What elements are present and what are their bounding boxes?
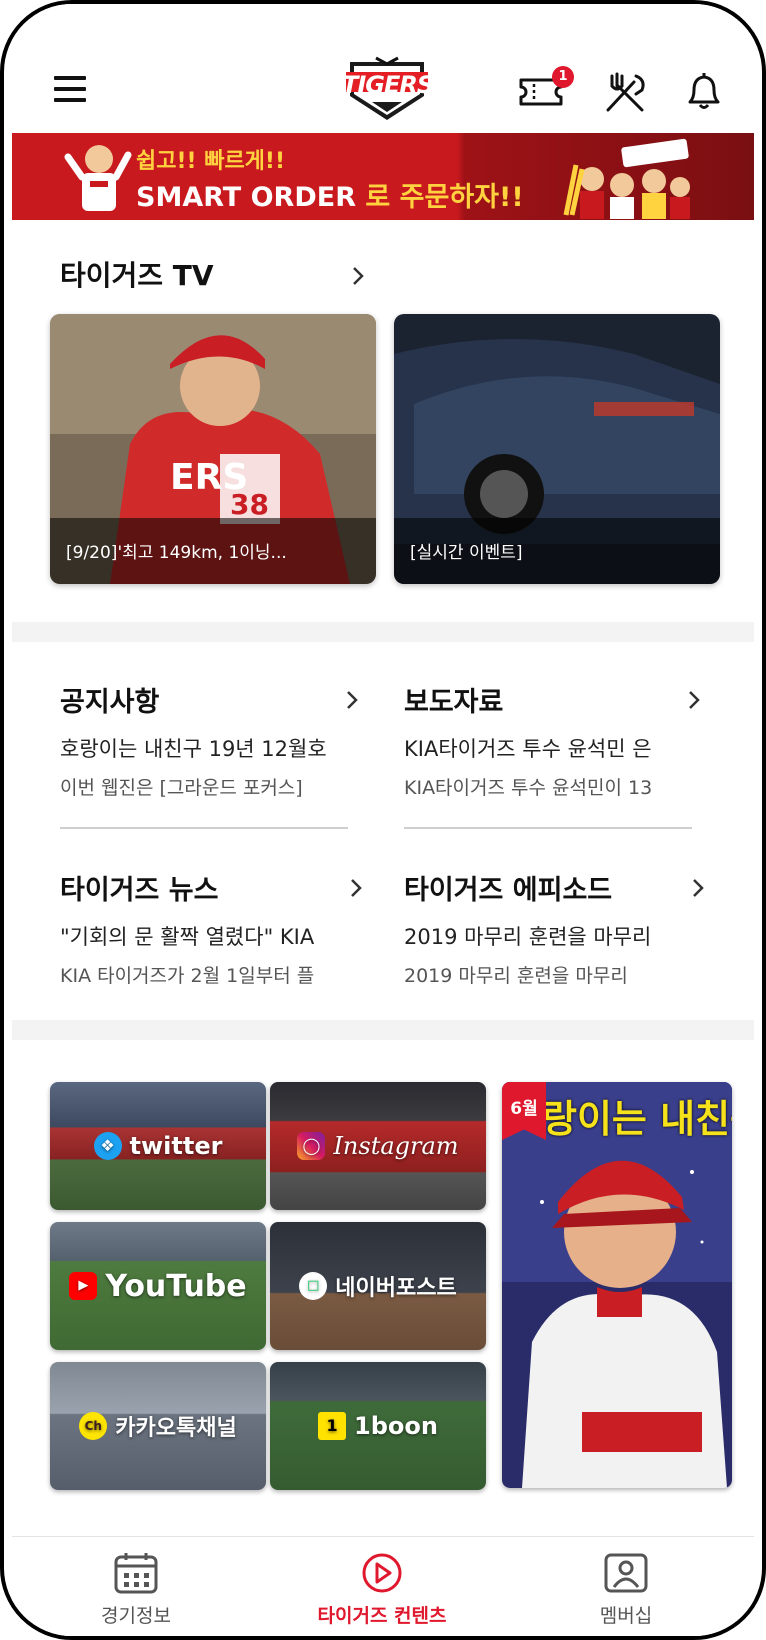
twitter-bird-icon: ❖	[93, 1132, 122, 1160]
profile-card-icon	[604, 1553, 648, 1593]
tigers-news-section[interactable]: 타이거즈 뉴스 "기회의 문 활짝 열렸다" KIA KIA 타이거즈가 2월 …	[60, 868, 350, 988]
twitter-tile[interactable]: ❖ twitter	[50, 1082, 266, 1210]
youtube-play-icon: ▶	[69, 1272, 98, 1300]
video-caption: [9/20]'최고 149km, 1이닝...	[66, 543, 287, 563]
nav-membership-label: 멤버십	[599, 1605, 653, 1627]
instagram-tile[interactable]: ◯ Instagram	[270, 1082, 486, 1210]
webzine-title: 랑이는 내친구 다	[542, 1097, 732, 1141]
press-more-chevron-icon[interactable]	[688, 690, 700, 710]
mascot-illustration-icon	[64, 144, 132, 211]
naver-post-tile[interactable]: □ 네이버포스트	[270, 1222, 486, 1350]
calendar-icon	[114, 1553, 158, 1594]
episode-title: 타이거즈 에피소드	[404, 875, 613, 906]
kakao-channel-text: 카카오톡채널	[115, 1416, 237, 1441]
notice-title: 공지사항	[60, 687, 160, 718]
tigers-tv-title: 타이거즈 TV	[60, 259, 214, 292]
kakao-channel-icon: Ch	[79, 1412, 108, 1440]
tigers-news-title: 타이거즈 뉴스	[60, 875, 219, 906]
notice-more-chevron-icon[interactable]	[346, 690, 358, 710]
oneboon-label: 1 1boon	[270, 1362, 486, 1490]
press-summary: KIA타이거즈 투수 윤석민이 13	[404, 777, 653, 799]
nav-membership[interactable]: 멤버십	[546, 1537, 706, 1628]
oneboon-text: 1boon	[354, 1412, 438, 1440]
logo-text: TIGERS	[342, 71, 434, 99]
video-caption-bar: [실시간 이벤트]	[394, 518, 720, 584]
instagram-text: Instagram	[333, 1132, 459, 1160]
fork-knife-icon[interactable]	[602, 70, 648, 116]
instagram-camera-icon: ◯	[297, 1132, 326, 1160]
tigers-news-headline: "기회의 문 활짝 열렸다" KIA	[60, 925, 315, 949]
video-card-pitcher[interactable]: ERS 38 [9/20]'최고 149km, 1이닝...	[50, 314, 376, 584]
tigers-logo[interactable]: TIGERS	[342, 56, 434, 124]
webzine-cover[interactable]: 랑이는 내친구 다 6월	[502, 1082, 732, 1488]
ticket-badge: 1	[552, 66, 574, 88]
episode-headline: 2019 마무리 훈련을 마무리	[404, 925, 652, 949]
naver-post-text: 네이버포스트	[335, 1276, 457, 1301]
notice-headline: 호랑이는 내친구 19년 12월호	[60, 737, 327, 761]
app-screen: TIGERS 1 쉽고!! 빠르게!! SMART ORDER 로 주문하자!!	[12, 4, 754, 1636]
news-separator	[60, 827, 348, 829]
nav-game-info[interactable]: 경기정보	[56, 1537, 216, 1628]
svg-text:38: 38	[230, 488, 269, 521]
app-header: TIGERS 1	[12, 4, 754, 132]
news-separator	[404, 827, 692, 829]
oneboon-tile[interactable]: 1 1boon	[270, 1362, 486, 1490]
banner-order-cta-text: 로 주문하자!!	[356, 182, 524, 213]
instagram-label: ◯ Instagram	[270, 1082, 486, 1210]
notice-section[interactable]: 공지사항 호랑이는 내친구 19년 12월호 이번 웹진은 [그라운드 포커스]	[60, 680, 350, 800]
episode-more-chevron-icon[interactable]	[692, 878, 704, 898]
kakao-channel-tile[interactable]: Ch 카카오톡채널	[50, 1362, 266, 1490]
video-caption: [실시간 이벤트]	[410, 543, 523, 563]
nav-tigers-contents-label: 타이거즈 컨텐츠	[317, 1605, 447, 1627]
naver-post-icon: □	[299, 1272, 328, 1300]
episode-summary: 2019 마무리 훈련을 마무리	[404, 965, 628, 987]
oneboon-icon: 1	[318, 1412, 347, 1440]
banner-headline-large: SMART ORDER 로 주문하자!!	[136, 175, 524, 214]
video-caption-bar: [9/20]'최고 149km, 1이닝...	[50, 518, 376, 584]
youtube-text: YouTube	[105, 1268, 247, 1304]
youtube-label: ▶ YouTube	[50, 1222, 266, 1350]
banner-headline-small: 쉽고!! 빠르게!!	[136, 149, 285, 174]
press-title: 보도자료	[404, 687, 504, 718]
press-headline: KIA타이거즈 투수 윤석민 은	[404, 737, 652, 761]
tigers-news-more-chevron-icon[interactable]	[350, 878, 362, 898]
kakao-channel-label: Ch 카카오톡채널	[50, 1362, 266, 1490]
notice-summary: 이번 웹진은 [그라운드 포커스]	[60, 777, 303, 799]
play-icon	[362, 1553, 402, 1593]
press-section[interactable]: 보도자료 KIA타이거즈 투수 윤석민 은 KIA타이거즈 투수 윤석민이 13	[404, 680, 694, 800]
banner-smart-order-text: SMART ORDER	[136, 182, 356, 213]
cheering-fans-illustration-icon	[563, 138, 690, 219]
video-card-car[interactable]: [실시간 이벤트]	[394, 314, 720, 584]
section-divider	[12, 1020, 754, 1040]
notification-bell-icon[interactable]	[682, 70, 726, 112]
youtube-tile[interactable]: ▶ YouTube	[50, 1222, 266, 1350]
naver-post-label: □ 네이버포스트	[270, 1222, 486, 1350]
episode-section[interactable]: 타이거즈 에피소드 2019 마무리 훈련을 마무리 2019 마무리 훈련을 …	[404, 868, 694, 988]
hamburger-menu-icon[interactable]	[54, 76, 86, 102]
nav-tigers-contents[interactable]: 타이거즈 컨텐츠	[302, 1537, 462, 1628]
tigers-news-summary: KIA 타이거즈가 2월 1일부터 플	[60, 965, 315, 987]
phone-frame: TIGERS 1 쉽고!! 빠르게!! SMART ORDER 로 주문하자!!	[0, 0, 766, 1640]
twitter-label: ❖ twitter	[50, 1082, 266, 1210]
tigers-tv-more-chevron-icon[interactable]	[352, 266, 364, 286]
nav-game-info-label: 경기정보	[101, 1605, 171, 1627]
section-divider	[12, 622, 754, 642]
bottom-navigation: 경기정보 타이거즈 컨텐츠 멤버십	[12, 1536, 754, 1636]
twitter-text: twitter	[129, 1132, 223, 1160]
smart-order-banner[interactable]: 쉽고!! 빠르게!! SMART ORDER 로 주문하자!!	[12, 133, 754, 220]
